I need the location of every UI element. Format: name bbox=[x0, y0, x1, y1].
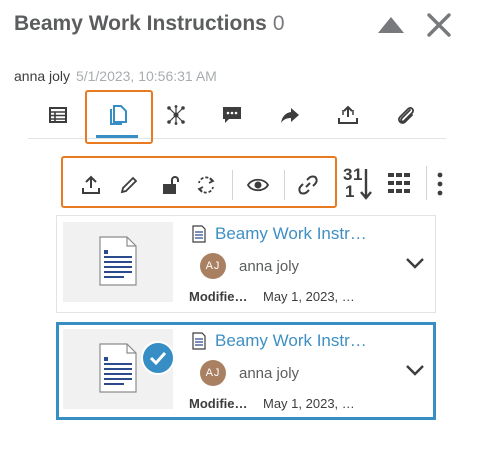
document-thumbnail bbox=[63, 329, 175, 409]
network-icon bbox=[167, 105, 185, 125]
unlock-button[interactable] bbox=[157, 170, 185, 200]
toolbar-divider bbox=[232, 170, 233, 200]
upload-tray-icon bbox=[338, 105, 358, 124]
edit-icon bbox=[120, 176, 138, 194]
comment-icon bbox=[223, 107, 241, 123]
paperclip-icon bbox=[398, 107, 414, 124]
more-vertical-icon bbox=[437, 172, 443, 196]
triangle-up-icon bbox=[378, 17, 404, 33]
panel-title-text: Beamy Work Instructions bbox=[14, 12, 267, 35]
document-title[interactable]: Beamy Work Instr… bbox=[215, 331, 367, 351]
modified-label: Modifie… bbox=[189, 396, 248, 411]
selected-check-icon bbox=[141, 341, 175, 375]
sort-label-bottom: 1 bbox=[345, 182, 355, 201]
upload-button[interactable] bbox=[77, 170, 105, 200]
tab-relations[interactable] bbox=[146, 92, 206, 138]
grid-icon bbox=[388, 173, 410, 193]
tab-share[interactable] bbox=[260, 92, 320, 138]
tab-comments[interactable] bbox=[202, 92, 262, 138]
document-file-icon bbox=[99, 236, 137, 286]
unlock-icon bbox=[163, 176, 179, 194]
refresh-button[interactable] bbox=[192, 170, 220, 200]
table-icon bbox=[49, 107, 67, 123]
document-title[interactable]: Beamy Work Instr… bbox=[215, 224, 367, 244]
view-icon bbox=[247, 178, 269, 192]
modified-value: May 1, 2023, … bbox=[263, 396, 355, 411]
document-card-selected[interactable]: Beamy Work Instr… AJ anna joly Modifie… … bbox=[56, 322, 436, 420]
tab-properties[interactable] bbox=[28, 92, 88, 138]
toolbar-divider bbox=[426, 166, 427, 200]
avatar: AJ bbox=[200, 360, 226, 386]
collapse-button[interactable] bbox=[374, 12, 408, 38]
panel-title-count: 0 bbox=[272, 12, 285, 35]
modified-value: May 1, 2023, … bbox=[263, 289, 355, 304]
upload-icon bbox=[82, 175, 100, 194]
view-button[interactable] bbox=[244, 170, 272, 200]
toolbar-divider bbox=[284, 170, 285, 200]
document-type-icon bbox=[192, 332, 206, 350]
edit-button[interactable] bbox=[115, 170, 143, 200]
document-card[interactable]: Beamy Work Instr… AJ anna joly Modifie… … bbox=[56, 215, 436, 313]
close-icon bbox=[427, 13, 451, 37]
grid-view-button[interactable] bbox=[387, 171, 411, 195]
created-date: 5/1/2023, 10:56:31 AM bbox=[75, 68, 217, 84]
tab-upload[interactable] bbox=[318, 92, 378, 138]
document-owner: anna joly bbox=[239, 258, 300, 275]
document-type-icon bbox=[192, 225, 206, 243]
sort-label-top: 3 bbox=[343, 165, 353, 184]
sort-button[interactable]: 3 1 1 bbox=[343, 164, 377, 204]
chevron-down-icon[interactable] bbox=[405, 256, 425, 270]
highlight-documents-tab bbox=[85, 90, 153, 144]
close-button[interactable] bbox=[424, 10, 454, 40]
document-file-icon bbox=[99, 343, 137, 393]
more-button[interactable] bbox=[434, 170, 446, 198]
document-owner: anna joly bbox=[239, 365, 300, 382]
chevron-down-icon[interactable] bbox=[405, 363, 425, 377]
link-icon bbox=[298, 175, 318, 195]
share-icon bbox=[281, 108, 299, 123]
panel-title: Beamy Work Instructions 0 bbox=[14, 12, 285, 36]
tab-attachments[interactable] bbox=[376, 92, 436, 138]
avatar: AJ bbox=[200, 253, 226, 279]
sort-arrow-icon bbox=[360, 169, 372, 200]
refresh-icon bbox=[197, 176, 215, 194]
created-info: anna joly 5/1/2023, 10:56:31 AM bbox=[14, 68, 217, 84]
created-by: anna joly bbox=[14, 68, 71, 84]
link-button[interactable] bbox=[294, 170, 322, 200]
modified-label: Modifie… bbox=[189, 289, 248, 304]
document-thumbnail bbox=[63, 222, 173, 302]
